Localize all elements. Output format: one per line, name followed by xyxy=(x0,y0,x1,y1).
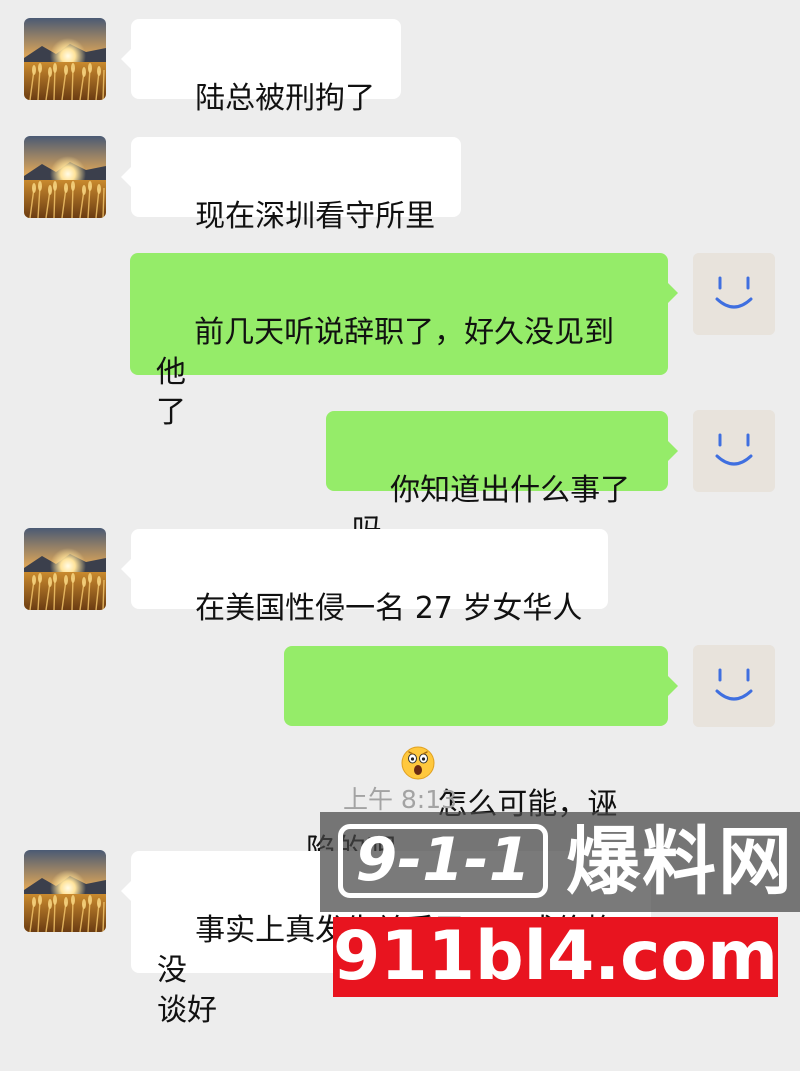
sunset-wheat-field-avatar-icon xyxy=(24,850,106,932)
incoming-message-bubble[interactable]: 陆总被刑拘了 xyxy=(120,19,402,116)
contact-avatar[interactable] xyxy=(24,528,106,610)
sunset-wheat-field-avatar-icon xyxy=(24,528,106,610)
outgoing-message-bubble[interactable]: 怎么可能，诬陷的吧 xyxy=(284,646,678,868)
contact-avatar[interactable] xyxy=(24,18,106,100)
message-text: 陆总被刑拘了 xyxy=(195,81,376,116)
my-avatar[interactable] xyxy=(693,410,775,492)
watermark-site-name: 爆料网 xyxy=(566,819,794,905)
message-timestamp: 上午 8:13 xyxy=(342,785,458,814)
incoming-message-bubble[interactable]: 在美国性侵一名 27 岁女华人 xyxy=(120,529,609,626)
sunset-wheat-field-avatar-icon xyxy=(24,18,106,100)
incoming-message-bubble[interactable]: 现在深圳看守所里 xyxy=(120,137,462,234)
smiley-face-avatar-icon xyxy=(693,253,775,335)
watermark-url: 911bl4.com xyxy=(333,917,778,997)
outgoing-message-bubble[interactable]: 前几天听说辞职了，好久没见到他 了 xyxy=(130,253,678,430)
chat-area: 陆总被刑拘了 现在深圳看守所里 前几天听说辞职了，好久没见到他 了 你知道出什么… xyxy=(0,0,800,1028)
message-text: 在美国性侵一名 27 岁女华人 xyxy=(195,591,583,626)
contact-avatar[interactable] xyxy=(24,850,106,932)
sunset-wheat-field-avatar-icon xyxy=(24,136,106,218)
my-avatar[interactable] xyxy=(693,253,775,335)
outgoing-message-bubble[interactable]: 你知道出什么事了吗 xyxy=(326,411,678,548)
smiley-face-avatar-icon xyxy=(693,410,775,492)
watermark-badge: 9-1-1 xyxy=(338,824,548,898)
my-avatar[interactable] xyxy=(693,645,775,727)
message-text: 现在深圳看守所里 xyxy=(195,199,436,234)
contact-avatar[interactable] xyxy=(24,136,106,218)
smiley-face-avatar-icon xyxy=(693,645,775,727)
watermark-banner: 9-1-1 爆料网 xyxy=(320,812,800,912)
